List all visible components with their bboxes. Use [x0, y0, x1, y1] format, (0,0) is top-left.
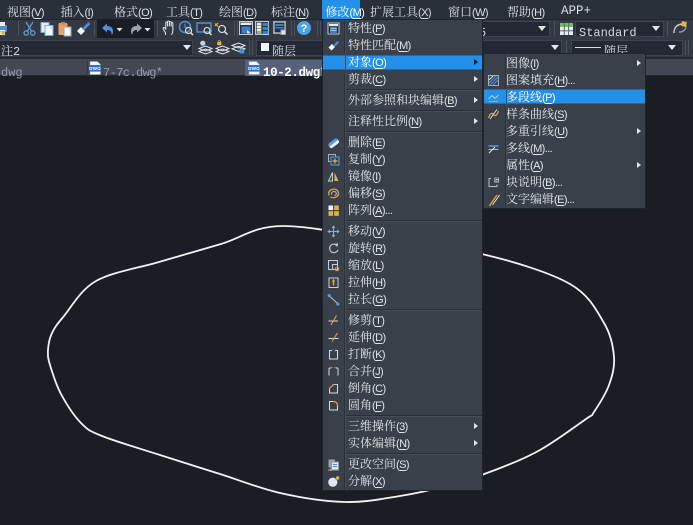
svg-text:?: ? [301, 23, 308, 35]
svg-text:DWG: DWG [248, 66, 260, 71]
svg-text:DWG: DWG [89, 66, 101, 71]
